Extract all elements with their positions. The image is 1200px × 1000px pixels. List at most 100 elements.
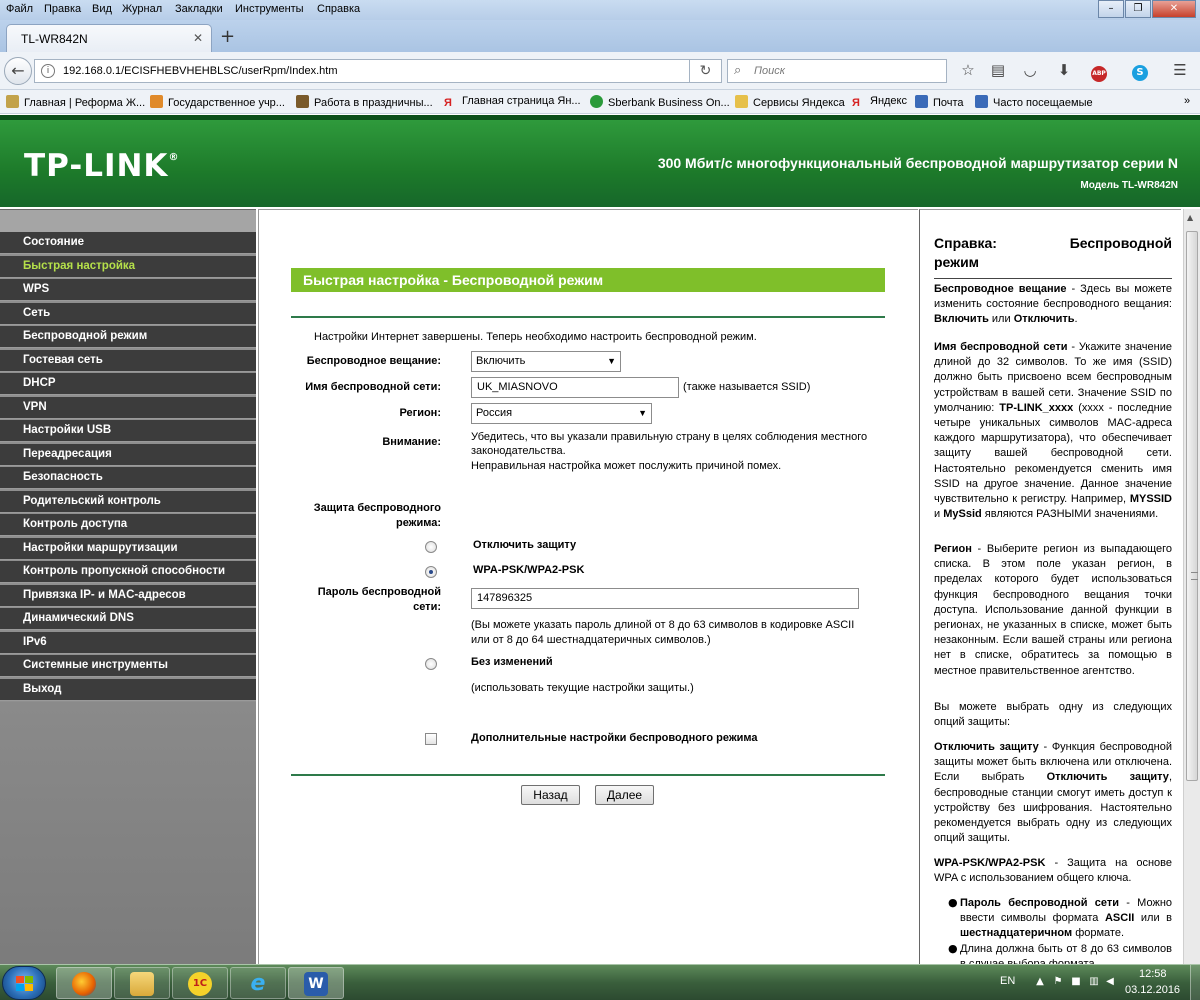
tray-expand-icon[interactable]: ▲ [1034,976,1046,988]
download-icon[interactable]: ⬇ [1054,60,1074,80]
menu-help[interactable]: Справка [317,3,360,15]
region-selected-value: Россия [476,407,513,419]
new-tab-icon[interactable]: + [220,26,235,47]
bookmark-item[interactable]: Я Яндекс [852,95,907,110]
bookmark-item[interactable]: Главная | Реформа Ж... [6,95,145,109]
advanced-settings-checkbox[interactable] [425,733,437,745]
menu-file[interactable]: Файл [6,3,33,15]
tab-close-icon[interactable]: ✕ [193,31,203,45]
reading-list-icon[interactable]: ▤ [988,60,1008,80]
sidebar-item-dhcp[interactable]: DHCP [0,373,256,395]
taskbar-firefox[interactable] [56,967,112,999]
minimize-icon[interactable]: – [1098,0,1124,18]
back-arrow-icon[interactable]: ← [4,57,32,85]
taskbar-explorer[interactable] [114,967,170,999]
clock-date[interactable]: 03.12.2016 [1125,984,1180,996]
bookmarks-overflow-icon[interactable]: » [1184,95,1190,107]
sidebar-item-status[interactable]: Состояние [0,232,256,254]
back-button[interactable]: Назад [521,785,580,805]
bookmark-star-icon[interactable]: ☆ [958,60,978,80]
help-paragraph-broadcast: Беспроводное вещание - Здесь вы можете и… [934,283,1172,326]
sidebar-item-access-control[interactable]: Контроль доступа [0,514,256,536]
volume-icon[interactable]: ◀ [1104,976,1116,988]
divider [291,774,885,776]
taskbar-ie[interactable]: e [230,967,286,999]
sidebar-item-forwarding[interactable]: Переадресация [0,443,256,466]
sidebar-item-ddns[interactable]: Динамический DNS [0,608,256,630]
mail-icon [915,95,928,108]
sidebar-item-parental-control[interactable]: Родительский контроль [0,490,256,513]
sidebar-item-usb[interactable]: Настройки USB [0,420,256,442]
sidebar-item-routing[interactable]: Настройки маршрутизации [0,537,256,560]
browser-tab[interactable]: TL-WR842N ✕ [6,24,212,52]
menu-history[interactable]: Журнал [122,3,162,15]
ssid-input[interactable]: UK_MIASNOVO [471,377,679,398]
network-icon[interactable]: ▥ [1088,976,1100,988]
sidebar-item-ip-mac-binding[interactable]: Привязка IP- и MAC-адресов [0,584,256,607]
sidebar-item-system-tools[interactable]: Системные инструменты [0,655,256,677]
taskbar: 1С e W EN ▲ ⚑ ■ ▥ ◀ 12:58 03.12.2016 [0,964,1200,1000]
password-note-1: (Вы можете указать пароль длиной от 8 до… [471,619,855,631]
scroll-up-icon[interactable]: ▲ [1187,213,1193,222]
tray-app-icon[interactable]: ■ [1070,976,1082,988]
advanced-settings-label: Дополнительные настройки беспроводного р… [471,732,758,744]
next-button[interactable]: Далее [595,785,654,805]
action-center-flag-icon[interactable]: ⚑ [1052,976,1064,988]
sidebar-item-logout[interactable]: Выход [0,678,256,701]
warning-label: Внимание: [382,436,441,448]
bookmark-item[interactable]: Я Главная страница Ян... [444,95,581,110]
menu-view[interactable]: Вид [92,3,112,15]
language-indicator[interactable]: EN [1000,975,1015,987]
search-input[interactable]: ⌕ Поиск [727,59,947,83]
close-window-icon[interactable]: ✕ [1152,0,1196,18]
sidebar-item-bandwidth[interactable]: Контроль пропускной способности [0,561,256,583]
sidebar-item-network[interactable]: Сеть [0,302,256,325]
vertical-scrollbar[interactable]: ▲ [1183,209,1200,964]
broadcast-select[interactable]: Включить ▼ [471,351,621,372]
sidebar-item-vpn[interactable]: VPN [0,396,256,419]
site-info-icon[interactable]: i [41,64,55,78]
menu-tools[interactable]: Инструменты [235,3,304,15]
wpa-label: WPA-PSK/WPA2-PSK [473,564,585,576]
sidebar-item-wps[interactable]: WPS [0,279,256,301]
bookmark-item[interactable]: Sberbank Business On... [590,95,730,109]
bookmark-item[interactable]: Сервисы Яндекса [735,95,845,109]
adblock-icon[interactable]: ABP [1086,60,1112,82]
start-button[interactable] [2,966,46,1000]
menu-bookmarks[interactable]: Закладки [175,3,223,15]
yandex-icon: Я [444,97,452,109]
taskbar-1c[interactable]: 1С [172,967,228,999]
word-icon: W [304,972,328,996]
menu-edit[interactable]: Правка [44,3,81,15]
tab-strip: TL-WR842N ✕ + [0,20,1200,52]
restore-icon[interactable]: ❐ [1125,0,1151,18]
sidebar-item-quick-setup[interactable]: Быстрая настройка [0,255,256,278]
scrollbar-thumb[interactable] [1186,231,1198,781]
hamburger-menu-icon[interactable]: ☰ [1170,60,1190,80]
bookmark-item[interactable]: Работа в праздничны... [296,95,433,109]
bookmark-item[interactable]: Государственное учр... [150,95,285,109]
clock-time[interactable]: 12:58 [1139,968,1167,980]
no-change-radio[interactable] [425,658,437,670]
pocket-icon[interactable]: ◡ [1020,60,1040,80]
skype-icon[interactable]: S [1130,60,1150,81]
reload-icon[interactable]: ↻ [690,59,722,83]
taskbar-word[interactable]: W [288,967,344,999]
bookmark-item[interactable]: Часто посещаемые [975,95,1093,109]
region-select[interactable]: Россия ▼ [471,403,652,424]
bookmark-item[interactable]: Почта [915,95,964,109]
windows-logo-icon [16,976,33,991]
disable-security-radio[interactable] [425,541,437,553]
ssid-label: Имя беспроводной сети: [305,381,441,393]
sidebar-item-security[interactable]: Безопасность [0,467,256,489]
wpa-radio[interactable] [425,566,437,578]
folder-icon [130,972,154,996]
help-paragraph-region: Регион - Выберите регион из выпадающего … [934,543,1172,677]
sidebar-item-ipv6[interactable]: IPv6 [0,631,256,654]
sidebar-item-guest-network[interactable]: Гостевая сеть [0,349,256,372]
sidebar-item-wireless[interactable]: Беспроводной режим [0,326,256,348]
region-label: Регион: [399,407,441,419]
address-bar[interactable]: i 192.168.0.1/ECISFHEBVHEHBLSC/userRpm/I… [34,59,690,83]
password-input[interactable]: 147896325 [471,588,859,609]
show-desktop-button[interactable] [1190,965,1200,1000]
